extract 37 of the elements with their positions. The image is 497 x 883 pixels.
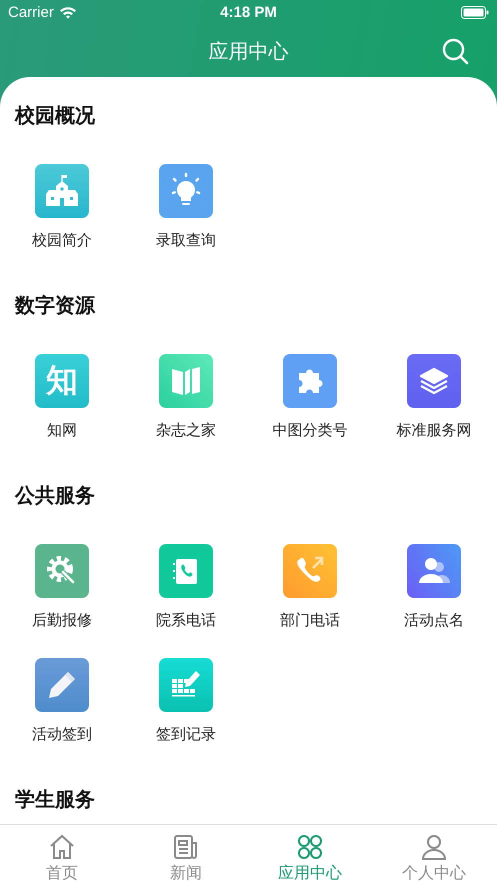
status-time: 4:18 PM [219,4,278,21]
app-label[interactable]: 后勤报修 [32,610,92,630]
search-icon[interactable] [442,38,469,65]
app-label[interactable]: 部门电话 [280,610,340,630]
gear-wrench-icon[interactable] [35,544,89,598]
section-heading: 学生服务 [15,786,96,813]
app-label[interactable]: 中图分类号 [272,420,348,440]
app-label[interactable]: 杂志之家 [156,420,216,440]
newspaper-icon [172,833,200,861]
app-label[interactable]: 标准服务网 [396,420,472,440]
section-heading: 数字资源 [15,292,96,319]
layers-icon[interactable] [407,354,461,408]
pencil-icon[interactable] [35,658,89,712]
section-heading: 公共服务 [15,482,96,509]
phonebook-icon[interactable] [159,544,213,598]
puzzle-icon[interactable] [283,354,337,408]
app-label[interactable]: 知网 [47,420,77,440]
app-label[interactable]: 院系电话 [156,610,216,630]
home-icon [48,833,76,861]
profile-icon [420,833,448,861]
app-label[interactable]: 签到记录 [156,724,216,744]
wifi-icon [58,6,77,19]
school-icon[interactable] [35,164,89,218]
app-label[interactable]: 活动签到 [32,724,92,744]
section-heading: 校园概况 [15,102,96,129]
battery-icon [460,6,489,19]
apps-icon [296,833,324,861]
table-edit-icon[interactable] [159,658,213,712]
app-label[interactable]: 活动点名 [404,610,464,630]
lightbulb-icon[interactable] [159,164,213,218]
page-title: 应用中心 [208,38,288,64]
app-label[interactable]: 校园简介 [32,230,92,250]
people-icon[interactable] [407,544,461,598]
book-icon[interactable] [159,354,213,408]
carrier-label: Carrier [8,4,54,21]
app-label[interactable]: 录取查询 [156,230,216,250]
tab-item[interactable]: 应用中心 [248,833,372,883]
